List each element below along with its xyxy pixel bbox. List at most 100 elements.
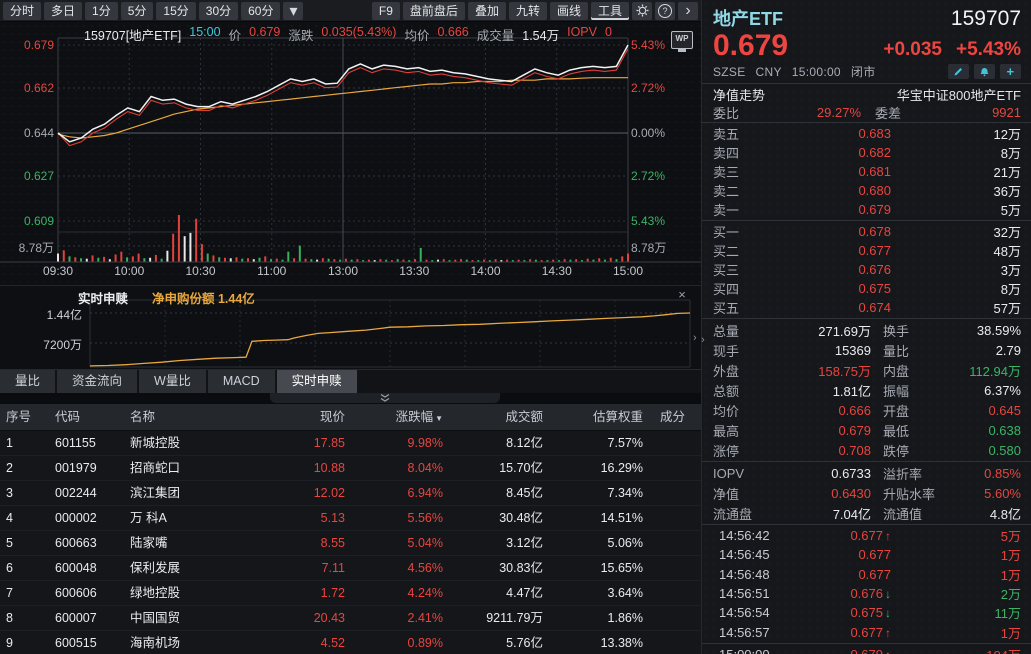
settings-gear-icon[interactable] bbox=[632, 2, 652, 20]
tab-W量比[interactable]: W量比 bbox=[139, 370, 206, 393]
tab-量比[interactable]: 量比 bbox=[0, 370, 55, 393]
tick-price: 0.677 bbox=[795, 547, 891, 562]
col-pct-sort[interactable]: 涨跌幅▼ bbox=[373, 404, 443, 432]
tick-price: 0.677 bbox=[795, 567, 891, 582]
tab-实时申赎[interactable]: 实时申赎 bbox=[277, 370, 357, 393]
add-icon[interactable]: + bbox=[1000, 64, 1021, 79]
period-button-5分[interactable]: 5分 bbox=[121, 2, 154, 20]
wp-watermark-icon: WP bbox=[671, 31, 693, 49]
tick-price: 0.679↑ bbox=[795, 647, 891, 654]
table-row-600663[interactable]: 5600663陆家嘴8.555.04%3.12亿5.06% bbox=[0, 531, 701, 556]
chevron-right-icon[interactable]: › bbox=[693, 332, 697, 344]
bid-level-买三[interactable]: 买三0.6763万 bbox=[702, 260, 1031, 279]
cell-turnover: 8.12亿 bbox=[448, 431, 543, 455]
alert-bell-icon[interactable] bbox=[974, 64, 995, 79]
level-volume: 57万 bbox=[891, 298, 1021, 317]
ask-level-卖四[interactable]: 卖四0.6828万 bbox=[702, 143, 1031, 162]
price-label: 价 bbox=[229, 25, 242, 44]
stat-value: 5.60% bbox=[959, 486, 1021, 501]
ask-level-卖一[interactable]: 卖一0.6795万 bbox=[702, 200, 1031, 219]
tab-资金流向[interactable]: 资金流向 bbox=[57, 370, 137, 393]
period-button-15分[interactable]: 15分 bbox=[156, 2, 195, 20]
cell-name: 滨江集团 bbox=[130, 481, 180, 505]
table-row-601155[interactable]: 1601155新城控股17.859.98%8.12亿7.57% bbox=[0, 431, 701, 456]
tick-volume: 104万 bbox=[891, 645, 1021, 654]
x-axis-time-label: 10:00 bbox=[114, 264, 144, 278]
table-row-600007[interactable]: 8600007中国国贸20.432.41%9211.79万1.86% bbox=[0, 606, 701, 631]
period-button-60分[interactable]: 60分 bbox=[241, 2, 280, 20]
bid-level-买一[interactable]: 买一0.67832万 bbox=[702, 222, 1031, 241]
cell-code: 000002 bbox=[55, 506, 97, 530]
tick-row: 15:00:000.679↑104万 bbox=[702, 645, 1031, 654]
level-price: 0.678 bbox=[759, 224, 891, 239]
table-row-000002[interactable]: 4000002万 科A5.135.56%30.48亿14.51% bbox=[0, 506, 701, 531]
col-component: 成分 bbox=[660, 404, 685, 430]
period-button-30分[interactable]: 30分 bbox=[199, 2, 238, 20]
close-icon[interactable]: × bbox=[674, 287, 690, 303]
level-volume: 21万 bbox=[891, 162, 1021, 181]
tick-list[interactable]: 14:56:420.677↑5万14:56:450.6771万14:56:480… bbox=[702, 526, 1031, 642]
ask-level-卖三[interactable]: 卖三0.68121万 bbox=[702, 162, 1031, 181]
help-icon[interactable]: ? bbox=[655, 2, 675, 20]
toolbar-more-icon[interactable]: › bbox=[678, 2, 698, 20]
bid-level-买五[interactable]: 买五0.67457万 bbox=[702, 298, 1031, 317]
col-turnover[interactable]: 成交额 bbox=[448, 404, 543, 430]
tool-button-画线[interactable]: 画线 bbox=[550, 2, 588, 20]
cell-pct: 4.24% bbox=[373, 581, 443, 605]
tick-price: 0.676↓ bbox=[795, 586, 891, 601]
cell-price: 17.85 bbox=[275, 431, 345, 455]
bid-level-买二[interactable]: 买二0.67748万 bbox=[702, 241, 1031, 260]
cell-code: 002244 bbox=[55, 481, 97, 505]
table-row-002244[interactable]: 3002244滨江集团12.026.94%8.45亿7.34% bbox=[0, 481, 701, 506]
tool-button-工具[interactable]: 工具 bbox=[591, 2, 629, 20]
tool-button-叠加[interactable]: 叠加 bbox=[468, 2, 506, 20]
period-dropdown-icon[interactable]: ▾ bbox=[283, 2, 303, 20]
y-axis-pct-label: 2.72% bbox=[631, 169, 665, 183]
intraday-chart[interactable] bbox=[0, 22, 701, 285]
weibi-value: 29.27% bbox=[753, 105, 861, 120]
cell-code: 600606 bbox=[55, 581, 97, 605]
table-row-600048[interactable]: 6600048保利发展7.114.56%30.83亿15.65% bbox=[0, 556, 701, 581]
col-seq: 序号 bbox=[6, 404, 31, 430]
panel-splitter-handle[interactable]: › bbox=[701, 330, 708, 350]
tick-volume: 5万 bbox=[891, 526, 1021, 545]
tick-price: 0.675↓ bbox=[795, 605, 891, 620]
stat-row: IOPV0.6733溢折率0.85% bbox=[702, 463, 1031, 483]
price-change-pct: +5.43% bbox=[956, 39, 1021, 61]
cell-name: 招商蛇口 bbox=[130, 456, 180, 480]
period-button-1分[interactable]: 1分 bbox=[85, 2, 118, 20]
tool-button-盘前盘后[interactable]: 盘前盘后 bbox=[403, 2, 465, 20]
col-weight[interactable]: 估算权重 bbox=[548, 404, 643, 430]
level-volume: 48万 bbox=[891, 241, 1021, 260]
y-axis-pct-label: 5.43% bbox=[631, 38, 665, 52]
level-volume: 32万 bbox=[891, 222, 1021, 241]
table-row-600606[interactable]: 7600606绿地控股1.724.24%4.47亿3.64% bbox=[0, 581, 701, 606]
stat-label: 量比 bbox=[871, 341, 959, 360]
nav-trend-label[interactable]: 净值走势 bbox=[713, 85, 765, 104]
weibi-label: 委比 bbox=[713, 103, 753, 122]
tool-button-F9[interactable]: F9 bbox=[372, 2, 400, 20]
table-row-600515[interactable]: 9600515海南机场4.520.89%5.76亿13.38% bbox=[0, 631, 701, 654]
ask-level-卖二[interactable]: 卖二0.68036万 bbox=[702, 181, 1031, 200]
level-price: 0.683 bbox=[759, 126, 891, 141]
ask-level-卖五[interactable]: 卖五0.68312万 bbox=[702, 124, 1031, 143]
table-row-001979[interactable]: 2001979招商蛇口10.888.04%15.70亿16.29% bbox=[0, 456, 701, 481]
tab-MACD[interactable]: MACD bbox=[208, 370, 275, 393]
stat-label: IOPV bbox=[713, 466, 771, 481]
period-button-分时[interactable]: 分时 bbox=[3, 2, 41, 20]
level-price: 0.680 bbox=[759, 183, 891, 198]
bid-level-买四[interactable]: 买四0.6758万 bbox=[702, 279, 1031, 298]
stat-label: 涨停 bbox=[713, 441, 771, 460]
x-axis-time-label: 14:30 bbox=[542, 264, 572, 278]
col-price[interactable]: 现价 bbox=[275, 404, 345, 430]
edit-icon[interactable] bbox=[948, 64, 969, 79]
tick-time: 14:56:45 bbox=[719, 547, 795, 562]
stat-value: 0.645 bbox=[959, 403, 1021, 418]
period-button-多日[interactable]: 多日 bbox=[44, 2, 82, 20]
stat-row: 最高0.679最低0.638 bbox=[702, 420, 1031, 440]
tool-button-九转[interactable]: 九转 bbox=[509, 2, 547, 20]
closing-tick: 15:00:000.679↑104万 bbox=[702, 645, 1031, 654]
x-axis-time-label: 10:30 bbox=[185, 264, 215, 278]
y-axis-price-label: 0.662 bbox=[0, 81, 54, 95]
collapse-handle[interactable] bbox=[270, 393, 500, 403]
